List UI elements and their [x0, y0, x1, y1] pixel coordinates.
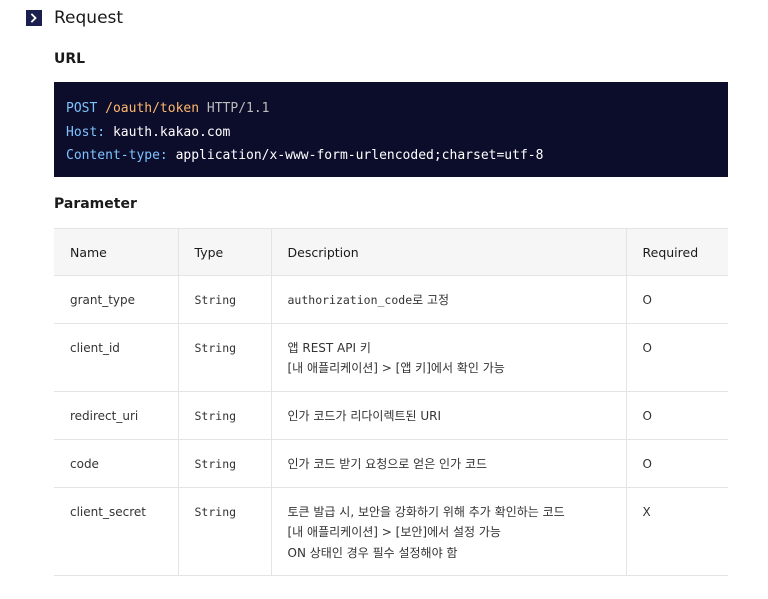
table-row: redirect_uri String 인가 코드가 리다이렉트된 URI O — [54, 390, 728, 440]
table-row: client_id String 앱 REST API 키 [내 애플리케이션]… — [54, 322, 728, 392]
http-method: POST — [66, 101, 98, 116]
parameter-table: Name Type Description Required grant_typ… — [54, 228, 728, 576]
param-description-line: 앱 REST API 키 — [287, 340, 371, 355]
column-header-description: Description — [270, 228, 626, 276]
chevron-right-icon[interactable] — [26, 10, 42, 26]
param-required: X — [625, 486, 728, 576]
param-type: String — [177, 275, 271, 324]
param-description: 앱 REST API 키 [내 애플리케이션] > [앱 키]에서 확인 가능 — [270, 322, 626, 392]
param-description-line: ON 상태인 경우 필수 설정해야 함 — [287, 545, 458, 560]
param-name: grant_type — [54, 275, 178, 324]
param-required: O — [625, 390, 728, 440]
param-type: String — [177, 438, 271, 488]
section-title: Request — [54, 8, 124, 28]
parameter-heading: Parameter — [54, 196, 137, 212]
column-header-name: Name — [54, 228, 178, 276]
url-heading: URL — [54, 51, 86, 67]
api-doc-page: Request URL POST /oauth/token HTTP/1.1 H… — [0, 0, 768, 599]
content-type-value: application/x-www-form-urlencoded;charse… — [175, 148, 544, 163]
param-description-line: [내 애플리케이션] > [앱 키]에서 확인 가능 — [287, 361, 505, 375]
param-description-line: 인가 코드가 리다이렉트된 URI — [287, 408, 442, 423]
table-row: code String 인가 코드 받기 요청으로 얻은 인가 코드 O — [54, 438, 728, 488]
host-key: Host: — [66, 124, 106, 140]
host-line: Host: kauth.kakao.com — [66, 121, 716, 145]
param-description-line: 토큰 발급 시, 보안을 강화하기 위해 추가 확인하는 코드 — [287, 504, 565, 519]
param-description-suffix: 로 고정 — [412, 293, 450, 307]
request-section-header[interactable]: Request — [26, 6, 123, 30]
param-required: O — [625, 275, 728, 324]
param-required: O — [625, 322, 728, 392]
param-required: O — [625, 438, 728, 488]
request-line: POST /oauth/token HTTP/1.1 — [66, 97, 716, 121]
request-path: /oauth/token — [105, 101, 200, 116]
param-description: 인가 코드 받기 요청으로 얻은 인가 코드 — [270, 438, 626, 488]
table-row: grant_type String authorization_code로 고정… — [54, 275, 728, 324]
table-header-row: Name Type Description Required — [54, 228, 728, 276]
http-protocol: HTTP/1.1 — [206, 101, 270, 116]
param-description: authorization_code로 고정 — [270, 275, 626, 324]
param-description-line: [내 애플리케이션] > [보안]에서 설정 가능 — [287, 525, 501, 539]
param-name: redirect_uri — [54, 390, 178, 440]
param-name: client_id — [54, 322, 178, 392]
param-type: String — [177, 486, 271, 576]
column-header-required: Required — [625, 228, 728, 276]
content-type-line: Content-type: application/x-www-form-url… — [66, 144, 716, 168]
request-code-block: POST /oauth/token HTTP/1.1 Host: kauth.k… — [54, 82, 728, 177]
param-description: 인가 코드가 리다이렉트된 URI — [270, 390, 626, 440]
param-type: String — [177, 322, 271, 392]
param-name: client_secret — [54, 486, 178, 576]
param-type: String — [177, 390, 271, 440]
table-row: client_secret String 토큰 발급 시, 보안을 강화하기 위… — [54, 486, 728, 576]
param-description: 토큰 발급 시, 보안을 강화하기 위해 추가 확인하는 코드 [내 애플리케이… — [270, 486, 626, 576]
content-type-key: Content-type: — [66, 148, 168, 163]
param-description-line: 인가 코드 받기 요청으로 얻은 인가 코드 — [287, 456, 488, 471]
param-name: code — [54, 438, 178, 488]
host-value: kauth.kakao.com — [112, 124, 231, 140]
param-description-code: authorization_code — [287, 293, 413, 307]
column-header-type: Type — [177, 228, 271, 276]
